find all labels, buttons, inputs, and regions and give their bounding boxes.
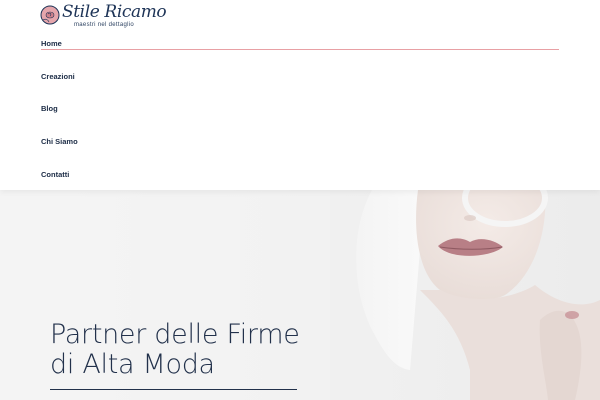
- rose-logo-icon: [40, 5, 60, 25]
- hero-title-underline: [50, 389, 297, 390]
- logo-name: Stile Ricamo: [62, 2, 167, 22]
- hero-title-line2: di Alta Moda: [50, 349, 215, 380]
- hero-title-line1: Partner delle Firme: [50, 319, 300, 350]
- nav-active-indicator: [41, 49, 559, 50]
- site-header: Stile Ricamo maestri nel dettaglio Home …: [0, 0, 600, 190]
- nose-shape: [464, 215, 476, 221]
- logo-tagline: maestri nel dettaglio: [74, 22, 134, 28]
- hero-section: Partner delle Firme di Alta Moda: [0, 190, 600, 400]
- logo-link[interactable]: Stile Ricamo maestri nel dettaglio: [40, 2, 167, 30]
- nav-item-blog[interactable]: Blog: [41, 104, 58, 113]
- nav-item-contatti[interactable]: Contatti: [41, 170, 69, 179]
- nav-item-creazioni[interactable]: Creazioni: [41, 72, 75, 81]
- nav-item-home[interactable]: Home: [41, 39, 62, 48]
- nav-item-chi-siamo[interactable]: Chi Siamo: [41, 137, 78, 146]
- hero-title: Partner delle Firme di Alta Moda: [50, 320, 300, 380]
- fingernail-shape: [565, 311, 579, 319]
